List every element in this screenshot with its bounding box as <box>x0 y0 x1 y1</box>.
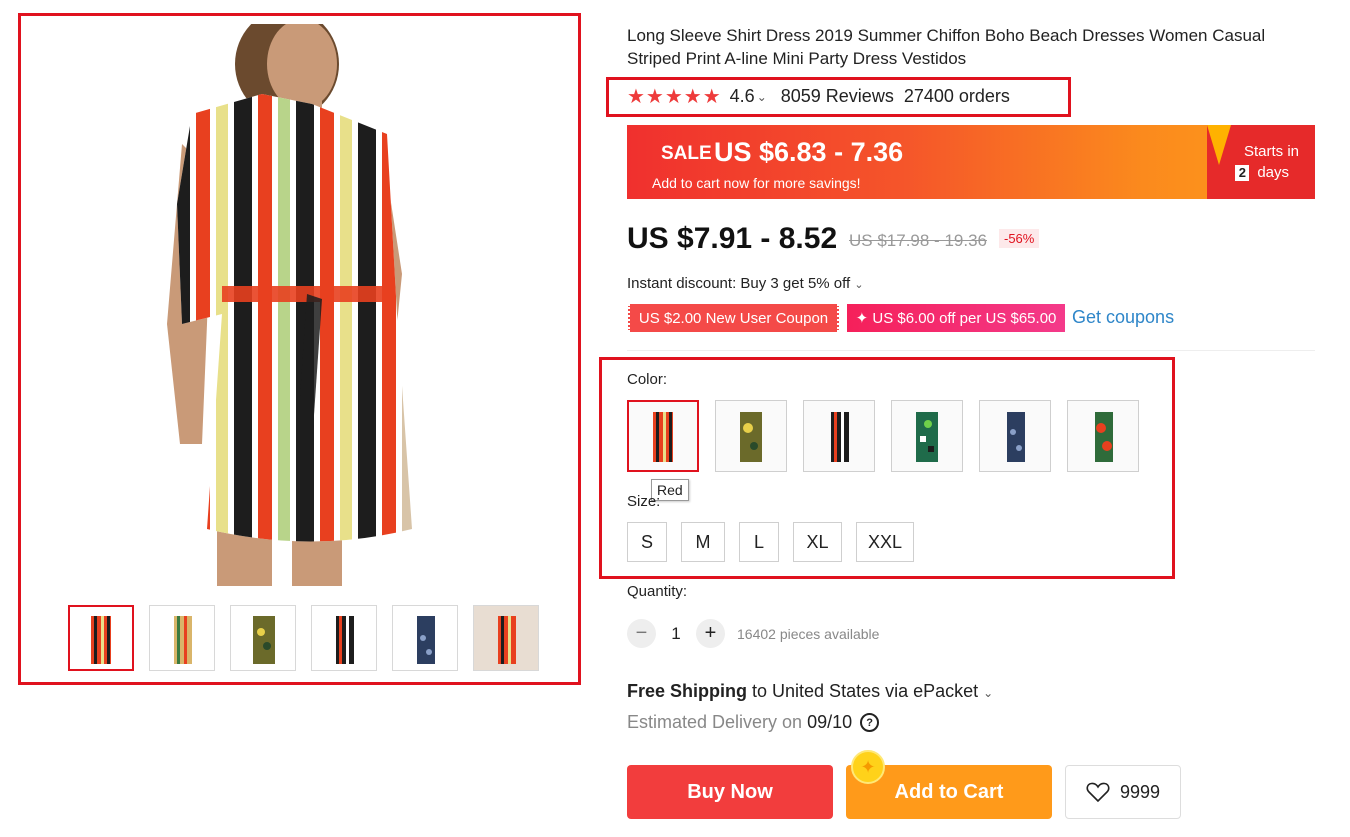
reviews-count[interactable]: 8059 Reviews <box>781 86 894 107</box>
chevron-down-icon: ⌄ <box>854 279 864 291</box>
chevron-down-icon[interactable]: ⌄ <box>757 90 767 104</box>
help-icon[interactable]: ? <box>860 713 880 732</box>
size-options: S M L XL XXL <box>627 522 914 562</box>
rating-row: ★★★★★ 4.6 ⌄ 8059 Reviews 27400 orders <box>627 84 1010 109</box>
thumbnail-3[interactable] <box>230 605 296 671</box>
days-label: days <box>1257 164 1289 181</box>
orders-count: 27400 orders <box>903 86 1010 106</box>
wishlist-button[interactable]: 9999 <box>1065 765 1181 819</box>
wishlist-count: 9999 <box>1119 781 1161 802</box>
star-rating-icon: ★★★★★ <box>627 86 722 108</box>
discount-badge: -56% <box>999 229 1040 248</box>
size-option-s[interactable]: S <box>627 522 667 562</box>
sale-banner: SALE US $6.83 - 7.36 Add to cart now for… <box>627 125 1315 199</box>
shipping-info[interactable]: Free Shipping to United States via ePack… <box>627 681 993 702</box>
sale-label: SALE <box>661 143 712 164</box>
coin-icon: ✦ <box>851 750 885 784</box>
thumbnail-1[interactable] <box>68 605 134 671</box>
size-label: Size: <box>627 493 661 510</box>
free-shipping-label: Free Shipping <box>627 681 748 701</box>
heart-icon <box>1086 782 1110 803</box>
color-swatch-4[interactable] <box>891 400 963 472</box>
thumbnail-5[interactable] <box>392 605 458 671</box>
size-option-xxl[interactable]: XXL <box>856 522 914 562</box>
color-swatch-5[interactable] <box>979 400 1051 472</box>
estimated-delivery-label: Estimated Delivery on <box>627 712 803 732</box>
thumbnail-2[interactable] <box>149 605 215 671</box>
color-swatch-3[interactable] <box>803 400 875 472</box>
instant-discount[interactable]: Instant discount: Buy 3 get 5% off ⌄ <box>627 275 864 292</box>
product-title: Long Sleeve Shirt Dress 2019 Summer Chif… <box>627 26 1266 68</box>
chevron-down-icon: ⌄ <box>983 686 994 700</box>
color-swatches <box>627 400 1139 472</box>
starts-in-label: Starts in <box>1243 143 1299 160</box>
rating-score[interactable]: 4.6 <box>730 86 755 107</box>
instant-discount-text: Instant discount: Buy 3 get 5% off <box>627 275 851 292</box>
estimated-delivery: Estimated Delivery on 09/10 ? <box>627 712 880 733</box>
pieces-available: 16402 pieces available <box>737 625 880 642</box>
days-count: 2 <box>1235 164 1250 181</box>
minus-icon[interactable]: − <box>627 619 656 648</box>
buy-now-button[interactable]: Buy Now <box>627 765 833 819</box>
sale-ribbon-icon <box>1207 125 1231 165</box>
color-swatch-2[interactable] <box>715 400 787 472</box>
get-coupons-link[interactable]: Get coupons <box>1072 307 1174 328</box>
size-option-l[interactable]: L <box>739 522 779 562</box>
starts-in-days: 2 days <box>1235 164 1289 181</box>
sale-price: US $6.83 - 7.36 <box>714 137 904 167</box>
plus-icon[interactable]: + <box>696 619 725 648</box>
new-user-coupon[interactable]: US $2.00 New User Coupon <box>628 304 839 332</box>
divider <box>627 350 1315 351</box>
color-swatch-6[interactable] <box>1067 400 1139 472</box>
thumbnail-strip <box>68 605 539 671</box>
store-coupon[interactable]: ✦ US $6.00 off per US $65.00 <box>847 304 1065 332</box>
quantity-label: Quantity: <box>627 583 688 600</box>
quantity-input[interactable]: 1 <box>656 624 696 644</box>
original-price: US $17.98 - 19.36 <box>849 231 987 250</box>
current-price: US $7.91 - 8.52 <box>627 222 838 255</box>
delivery-date: 09/10 <box>807 712 853 732</box>
shipping-destination: to United States via ePacket <box>747 681 979 701</box>
quantity-stepper: − 1 + 16402 pieces available <box>627 619 879 648</box>
sale-subtext: Add to cart now for more savings! <box>652 175 861 191</box>
main-product-image[interactable] <box>112 9 448 586</box>
color-swatch-red[interactable] <box>627 400 699 472</box>
size-option-m[interactable]: M <box>681 522 725 562</box>
size-option-xl[interactable]: XL <box>793 522 842 562</box>
color-label: Color: <box>627 371 668 388</box>
thumbnail-6[interactable] <box>473 605 539 671</box>
thumbnail-4[interactable] <box>311 605 377 671</box>
